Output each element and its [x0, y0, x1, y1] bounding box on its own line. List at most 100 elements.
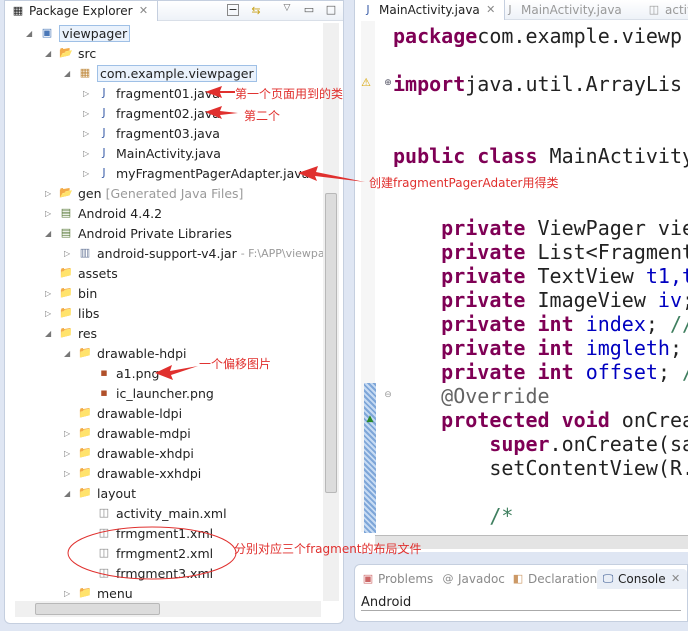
tree-item[interactable]: ◢ 📁 drawable-hdpi — [64, 343, 187, 363]
collapse-all-icon[interactable]: − — [227, 4, 239, 16]
code-token: package — [393, 24, 478, 48]
expand-arrow-icon[interactable]: ▷ — [83, 149, 93, 158]
scroll-thumb[interactable] — [35, 603, 160, 615]
expand-arrow-icon[interactable]: ▷ — [45, 189, 55, 198]
expand-arrow-icon[interactable]: ▷ — [45, 209, 55, 218]
editor-tab[interactable]: ◫ activi — [647, 0, 688, 20]
tree-item[interactable]: ◢ 📁 res — [45, 323, 97, 343]
horizontal-scrollbar[interactable] — [15, 601, 321, 617]
tree-item[interactable]: ▷ Jfragment01.java — [83, 83, 220, 103]
tree-item[interactable]: ▷ 📁 libs — [45, 303, 99, 323]
tree-item[interactable]: ▷ JmyFragmentPagerAdapter.java — [83, 163, 309, 183]
tree-item[interactable]: ▷ 📁 drawable-xxhdpi — [64, 463, 201, 483]
tree-item[interactable]: 📁 drawable-ldpi — [78, 403, 182, 423]
javadoc-icon: @ — [442, 572, 454, 585]
annotation-fragment01: 第一个页面用到的类 — [235, 87, 344, 101]
collapse-arrow-icon[interactable]: ◢ — [64, 349, 74, 358]
tree-item[interactable]: ◫ frmgment2.xml — [97, 543, 213, 563]
link-with-editor-icon[interactable]: ⇆ — [249, 4, 263, 18]
close-icon[interactable]: ✕ — [484, 3, 498, 17]
expand-arrow-icon[interactable]: ▷ — [45, 309, 55, 318]
close-icon[interactable]: ✕ — [669, 572, 683, 586]
view-menu-icon[interactable]: ▽ — [280, 1, 294, 15]
tree-item[interactable]: ▪ ic_launcher.png — [97, 383, 214, 403]
tree-item[interactable]: ▪ a1.png — [97, 363, 159, 383]
java-file-icon: J — [102, 106, 106, 119]
code-token: / — [682, 360, 688, 384]
tree-item[interactable]: ▷ J MainActivity.java — [83, 143, 221, 163]
collapse-arrow-icon[interactable]: ◢ — [45, 49, 55, 58]
minimize-icon[interactable]: ▭ — [302, 3, 316, 17]
tab-label: MainActivity.java — [379, 3, 480, 17]
collapse-arrow-icon[interactable]: ◢ — [45, 229, 55, 238]
tree-item[interactable]: ◢ 📂 src — [45, 43, 96, 63]
tab-javadoc[interactable]: @ Javadoc — [441, 569, 505, 589]
source-folder-icon: 📂 — [59, 46, 73, 59]
tree-item-label: Android Private Libraries — [78, 225, 232, 241]
tab-problems[interactable]: ▣ Problems — [361, 569, 434, 589]
tree-item[interactable]: ◫ frmgment3.xml — [97, 563, 213, 583]
vertical-scrollbar[interactable] — [323, 23, 339, 601]
override-icon: ▲ — [366, 414, 374, 424]
tree-item[interactable]: ▷ Jfragment03.java — [83, 123, 220, 143]
code-token: @Override — [441, 384, 550, 408]
editor-tab[interactable]: J MainActivity.java — [503, 0, 621, 20]
tree-item[interactable]: ◢ ▤ Android Private Libraries — [45, 223, 232, 243]
expand-arrow-icon[interactable]: ▷ — [45, 289, 55, 298]
annotation-layouts: 分别对应三个fragment的布局文件 — [234, 542, 422, 556]
expand-arrow-icon[interactable]: ▷ — [64, 469, 74, 478]
expand-arrow-icon[interactable]: ▷ — [64, 589, 74, 598]
tree-item[interactable]: ◫ activity_main.xml — [97, 503, 227, 523]
expand-arrow-icon[interactable]: ▷ — [83, 169, 93, 178]
folder-icon: 📁 — [59, 326, 73, 339]
folder-icon: 📁 — [59, 266, 73, 279]
code-editor[interactable]: J MainActivity.java ✕ J MainActivity.jav… — [354, 0, 688, 552]
tree-item[interactable]: ▷ Jfragment02.java — [83, 103, 220, 123]
tree-item[interactable]: ▷ 📂 gen [Generated Java Files] — [45, 183, 243, 203]
code-token: MainActivity — [537, 144, 688, 168]
tree-item[interactable]: 📁 assets — [59, 263, 118, 283]
scroll-thumb[interactable] — [325, 193, 337, 493]
editor-tab-active[interactable]: J MainActivity.java ✕ — [355, 0, 505, 20]
tree-item-label: Android 4.4.2 — [78, 205, 163, 221]
tree-item[interactable]: ▷ 📁 drawable-mdpi — [64, 423, 191, 443]
tree-item[interactable]: ▷ 📁 menu — [64, 583, 133, 603]
tree-item[interactable]: ▷ ▥ android-support-v4.jar - F:\APP\viewpa — [64, 243, 325, 263]
tab-package-explorer[interactable]: ▦ Package Explorer ✕ — [5, 1, 158, 21]
tree-item-label: bin — [78, 285, 98, 301]
code-line: importjava.util.ArrayLis — [393, 72, 682, 96]
expand-arrow-icon[interactable]: ▷ — [83, 89, 93, 98]
collapse-arrow-icon[interactable]: ◢ — [45, 329, 55, 338]
expand-arrow-icon[interactable]: ▷ — [64, 449, 74, 458]
annotation-a1: 一个偏移图片 — [199, 357, 272, 371]
tree-item[interactable]: ▷ 📁 drawable-xhdpi — [64, 443, 194, 463]
tree-item[interactable]: ◢ ▦ com.example.viewpager — [64, 63, 257, 83]
tab-declaration[interactable]: ◧ Declaration — [511, 569, 597, 589]
expand-arrow-icon[interactable]: ▷ — [64, 249, 74, 258]
collapse-arrow-icon[interactable]: ◢ — [26, 29, 36, 38]
code-line: private int offset; / — [393, 360, 688, 384]
tab-console[interactable]: 🖵 Console ✕ — [597, 569, 687, 589]
maximize-icon[interactable]: □ — [324, 3, 338, 17]
code-line: private TextView t1,t — [393, 264, 688, 288]
collapse-arrow-icon[interactable]: ◢ — [64, 489, 74, 498]
tree-item[interactable]: ◫ frmgment1.xml — [97, 523, 213, 543]
annotation-fragment02: 第二个 — [244, 109, 281, 123]
expand-arrow-icon[interactable]: ▷ — [64, 429, 74, 438]
expand-arrow-icon[interactable]: ▷ — [83, 129, 93, 138]
tree-item[interactable]: ▷ 📁 bin — [45, 283, 98, 303]
tree-item[interactable]: ◢ 📁 layout — [64, 483, 136, 503]
expand-arrow-icon[interactable]: ▷ — [83, 109, 93, 118]
close-icon[interactable]: ✕ — [137, 4, 151, 18]
tree-item[interactable]: ◢ ▣ viewpager — [26, 23, 131, 43]
tree-item[interactable]: ▷ ▤ Android 4.4.2 — [45, 203, 163, 223]
code-token: t1,t — [645, 264, 688, 288]
collapse-arrow-icon[interactable]: ◢ — [64, 69, 74, 78]
